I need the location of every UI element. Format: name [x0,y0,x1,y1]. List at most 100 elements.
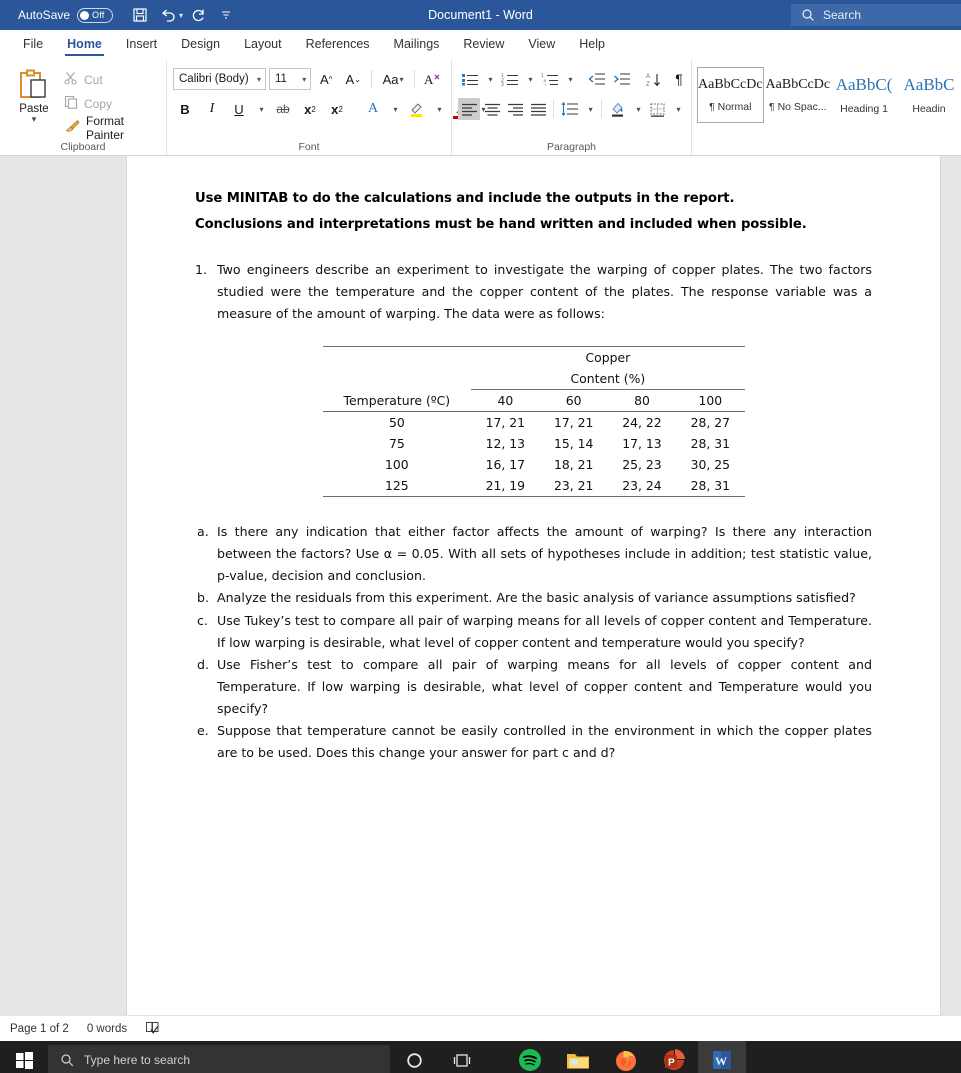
word-count[interactable]: 0 words [87,1023,127,1035]
increase-indent-icon[interactable] [610,67,634,91]
customize-qat-icon[interactable] [213,3,239,27]
table-cell: 16, 17 [485,457,526,473]
shading-icon[interactable] [606,97,630,121]
tab-insert[interactable]: Insert [115,33,168,56]
format-painter-button[interactable]: Format Painter [62,114,160,142]
align-center-icon[interactable] [481,98,503,120]
search-box[interactable]: Search [791,4,961,26]
task-view-icon[interactable] [438,1041,486,1073]
text-highlight-icon[interactable] [405,97,429,121]
tab-home[interactable]: Home [56,33,113,56]
line-spacing-icon[interactable] [558,97,582,121]
show-formatting-marks-icon[interactable]: ¶ [667,67,691,91]
numbering-icon[interactable]: 123 [498,67,522,91]
subscript-icon[interactable]: x2 [298,97,322,121]
tab-references[interactable]: References [295,33,381,56]
paste-dropdown-caret[interactable]: ▾ [32,115,37,124]
document-heading: Use MINITAB to do the calculations and i… [195,186,872,237]
ribbon: Paste ▾ Cut Copy Format Painter Clipboar… [0,60,961,156]
cut-button[interactable]: Cut [62,68,160,91]
copy-button[interactable]: Copy [62,92,160,115]
strikethrough-icon[interactable]: ab [271,97,295,121]
taskbar-search-placeholder: Type here to search [84,1053,191,1067]
autosave-toggle[interactable]: Off [77,7,114,23]
multilevel-dropdown-caret[interactable]: ▾ [563,67,577,91]
list-text: Use Fisher’s test to compare all pair of… [217,657,872,716]
table-cell: 17, 21 [471,411,540,434]
table-super-header-2: Content (%) [471,368,745,391]
search-icon [802,9,814,21]
tab-design[interactable]: Design [170,33,231,56]
list-text: Suppose that temperature cannot be easil… [217,723,872,760]
autosave-control[interactable]: AutoSave Off [18,7,114,23]
borders-icon[interactable] [646,97,670,121]
taskbar-app-firefox[interactable] [602,1041,650,1073]
change-case-icon[interactable]: Aa ▾ [378,67,408,91]
style-heading-1[interactable]: AaBbC( Heading 1 [832,67,897,123]
save-icon[interactable] [127,3,153,27]
tab-help[interactable]: Help [568,33,616,56]
sort-icon[interactable]: AZ [642,67,666,91]
ribbon-group-font: Calibri (Body) ▾ 11 ▾ A^ A⌄ Aa▾ A B I [167,60,486,155]
page-indicator[interactable]: Page 1 of 2 [10,1023,69,1035]
document-canvas[interactable]: Use MINITAB to do the calculations and i… [0,156,961,1015]
tab-review[interactable]: Review [452,33,515,56]
font-size-value: 11 [275,73,287,85]
text-effects-icon[interactable]: A [361,97,385,121]
superscript-icon[interactable]: x2 [325,97,349,121]
style-heading-2[interactable]: AaBbC Headin [897,67,961,123]
ribbon-group-styles: AaBbCcDc ¶ Normal AaBbCcDc ¶ No Spac... … [692,60,961,155]
table-row-label: 75 [388,436,405,452]
paste-button[interactable]: Paste ▾ [6,66,62,139]
table-super-header-1: Copper [471,346,745,369]
bullets-dropdown-caret[interactable]: ▾ [483,67,497,91]
document-page[interactable]: Use MINITAB to do the calculations and i… [127,156,940,1015]
underline-icon[interactable]: U [227,97,251,121]
bold-icon[interactable]: B [173,97,197,121]
tab-mailings[interactable]: Mailings [383,33,451,56]
divider [601,100,603,118]
taskbar-app-file-explorer[interactable] [554,1041,602,1073]
align-right-icon[interactable] [504,98,526,120]
proofing-status-icon[interactable] [145,1021,160,1037]
font-name-combo[interactable]: Calibri (Body) ▾ [173,68,267,90]
decrease-indent-icon[interactable] [585,67,609,91]
style-name: ¶ Normal [709,101,752,113]
taskbar-app-spotify[interactable] [506,1041,554,1073]
line-spacing-dropdown-caret[interactable]: ▾ [583,97,597,121]
highlight-dropdown-caret[interactable]: ▾ [432,97,446,121]
ribbon-group-paragraph: ▾ 123 ▾ 1ai ▾ AZ ¶ ▾ ▾ ▾ Paragraph [452,60,692,155]
shading-dropdown-caret[interactable]: ▾ [631,97,645,121]
redo-icon[interactable] [185,3,211,27]
windows-start-icon[interactable] [0,1041,48,1073]
style-normal[interactable]: AaBbCcDc ¶ Normal [697,67,764,123]
table-cell: 15, 14 [553,436,594,452]
bullets-icon[interactable] [458,67,482,91]
tab-view[interactable]: View [517,33,566,56]
underline-dropdown-caret[interactable]: ▾ [254,97,268,121]
clear-formatting-icon[interactable]: A [421,67,445,91]
numbering-dropdown-caret[interactable]: ▾ [523,67,537,91]
undo-dropdown-caret[interactable]: ▾ [179,11,183,20]
taskbar-app-word[interactable]: W [698,1041,746,1073]
taskbar-app-powerpoint[interactable]: P [650,1041,698,1073]
cortana-circle-icon[interactable] [390,1041,438,1073]
undo-icon[interactable] [155,3,181,27]
justify-icon[interactable] [527,98,549,120]
taskbar-search-box[interactable]: Type here to search [48,1045,390,1073]
tab-layout[interactable]: Layout [233,33,293,56]
style-no-spacing[interactable]: AaBbCcDc ¶ No Spac... [764,67,832,123]
align-left-icon[interactable] [458,98,481,120]
font-size-combo[interactable]: 11 ▾ [269,68,312,90]
text-effects-dropdown-caret[interactable]: ▾ [388,97,402,121]
shrink-font-icon[interactable]: A ⌄ [341,67,365,91]
tab-file[interactable]: File [12,33,54,56]
borders-dropdown-caret[interactable]: ▾ [671,97,685,121]
windows-taskbar: Type here to search P W [0,1041,961,1073]
multilevel-list-icon[interactable]: 1ai [538,67,562,91]
grow-font-icon[interactable]: A ^ [314,67,338,91]
list-item: b. Analyze the residuals from this exper… [195,587,872,609]
autosave-knob [80,10,90,20]
list-marker: 1. [195,262,208,278]
italic-icon[interactable]: I [200,97,224,121]
